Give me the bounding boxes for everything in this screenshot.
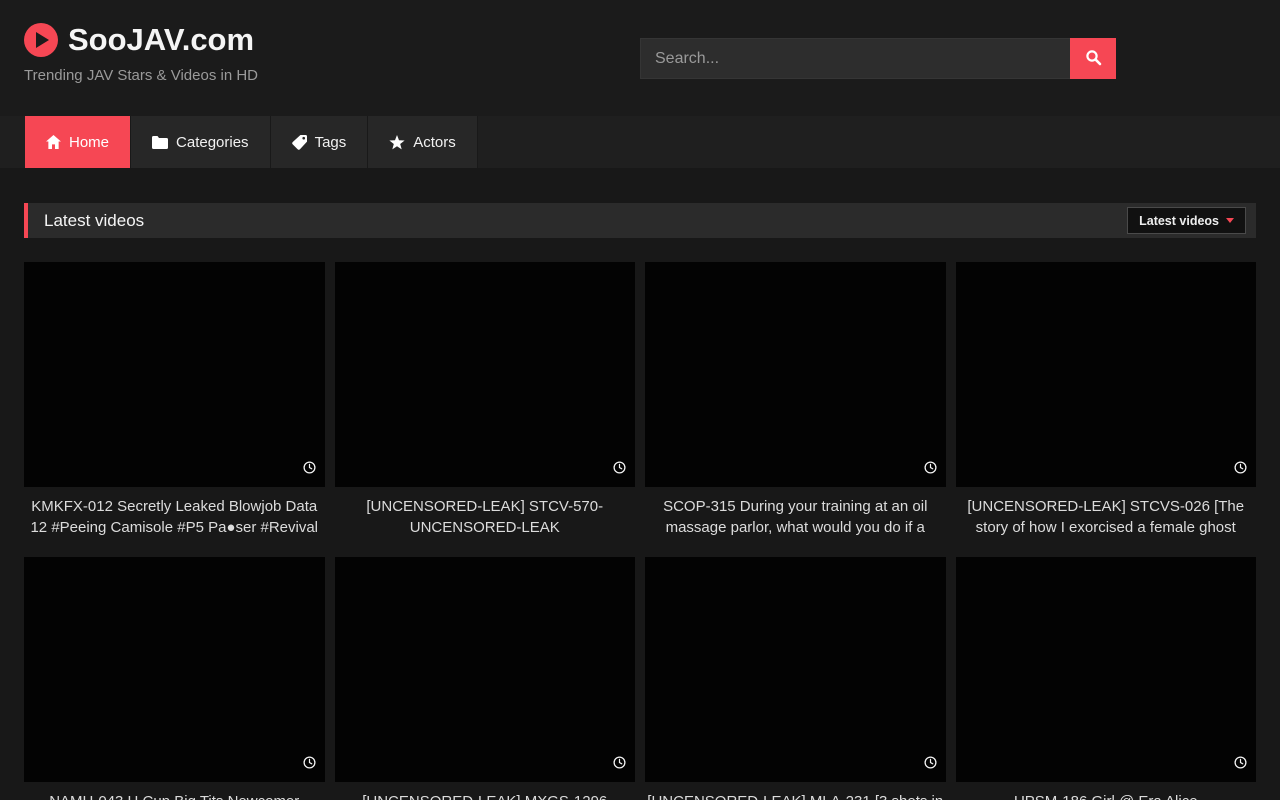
video-thumbnail[interactable] [24,262,325,487]
video-thumbnail[interactable] [645,557,946,782]
nav-item-tags[interactable]: Tags [271,116,369,168]
main-content: Latest videos Latest videos KMKFX-012 Se… [0,168,1280,800]
clock-icon [303,461,316,479]
site-tagline: Trending JAV Stars & Videos in HD [24,67,258,84]
site-logo[interactable]: SooJAV.com [24,22,258,58]
search-button[interactable] [1070,38,1116,79]
clock-icon [613,756,626,774]
site-title: SooJAV.com [68,22,254,58]
video-title[interactable]: UPSM-186 Girl @ Era Alice [956,791,1257,800]
nav-item-label: Home [69,134,109,151]
sort-dropdown-label: Latest videos [1139,214,1219,228]
site-header: SooJAV.com Trending JAV Stars & Videos i… [0,0,1280,116]
clock-icon [924,461,937,479]
clock-icon [303,756,316,774]
video-thumbnail[interactable] [335,557,636,782]
search-form [640,38,1116,79]
video-title[interactable]: KMKFX-012 Secretly Leaked Blowjob Data 1… [24,496,325,538]
video-card[interactable]: [UNCENSORED-LEAK] STCV-570-UNCENSORED-LE… [335,262,636,538]
nav-item-label: Actors [413,134,456,151]
video-title[interactable]: [UNCENSORED-LEAK] STCV-570-UNCENSORED-LE… [335,496,636,538]
search-input[interactable] [640,38,1070,79]
video-title[interactable]: [UNCENSORED-LEAK] STCVS-026 [The story o… [956,496,1257,538]
chevron-down-icon [1226,218,1234,223]
video-title[interactable]: NAMH-043 H Cup Big Tits Newcomer (170cm … [24,791,325,800]
video-thumbnail[interactable] [956,557,1257,782]
clock-icon [613,461,626,479]
section-header: Latest videos Latest videos [24,203,1256,238]
video-thumbnail[interactable] [645,262,946,487]
star-icon [389,135,405,150]
nav-item-categories[interactable]: Categories [131,116,271,168]
video-card[interactable]: KMKFX-012 Secretly Leaked Blowjob Data 1… [24,262,325,538]
video-grid: KMKFX-012 Secretly Leaked Blowjob Data 1… [24,262,1256,800]
nav-item-actors[interactable]: Actors [368,116,478,168]
main-nav: Home Categories Tags Actors [0,116,1280,168]
folder-icon [152,136,168,149]
section-title: Latest videos [44,211,144,231]
video-card[interactable]: SCOP-315 During your training at an oil … [645,262,946,538]
video-card[interactable]: UPSM-186 Girl @ Era Alice [956,557,1257,800]
video-card[interactable]: NAMH-043 H Cup Big Tits Newcomer (170cm … [24,557,325,800]
nav-item-home[interactable]: Home [25,116,131,168]
video-thumbnail[interactable] [24,557,325,782]
clock-icon [1234,756,1247,774]
video-title[interactable]: [UNCENSORED-LEAK] MLA-231 [3 shots in [645,791,946,800]
nav-item-label: Categories [176,134,249,151]
play-logo-icon [24,23,58,57]
clock-icon [924,756,937,774]
video-title[interactable]: SCOP-315 During your training at an oil … [645,496,946,538]
tag-icon [292,135,307,150]
nav-item-label: Tags [315,134,347,151]
video-thumbnail[interactable] [956,262,1257,487]
brand: SooJAV.com Trending JAV Stars & Videos i… [24,22,258,84]
video-title[interactable]: [UNCENSORED-LEAK] MXGS-1296 Absolutely [335,791,636,800]
home-icon [46,135,61,149]
video-card[interactable]: [UNCENSORED-LEAK] STCVS-026 [The story o… [956,262,1257,538]
magnifier-icon [1085,49,1102,69]
sort-dropdown[interactable]: Latest videos [1127,207,1246,234]
clock-icon [1234,461,1247,479]
video-card[interactable]: [UNCENSORED-LEAK] MXGS-1296 Absolutely [335,557,636,800]
video-card[interactable]: [UNCENSORED-LEAK] MLA-231 [3 shots in [645,557,946,800]
video-thumbnail[interactable] [335,262,636,487]
